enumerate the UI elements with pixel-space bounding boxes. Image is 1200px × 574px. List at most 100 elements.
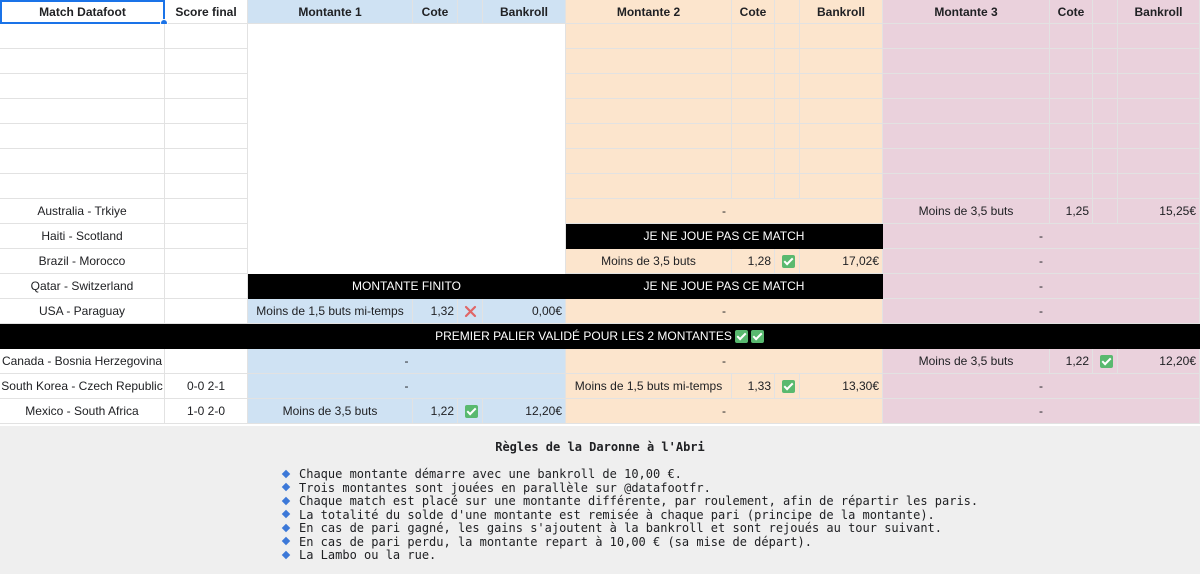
score-cell[interactable] — [165, 149, 248, 174]
m2-empty-cell[interactable] — [800, 24, 883, 49]
m3-empty-cell[interactable] — [1118, 149, 1200, 174]
m3-empty-cell[interactable] — [883, 174, 1050, 199]
m2-empty-cell[interactable]: - — [566, 399, 883, 424]
m2-cote-cell[interactable]: 1,28 — [732, 249, 775, 274]
m2-empty-cell[interactable] — [566, 49, 732, 74]
m2-empty-cell[interactable] — [800, 174, 883, 199]
match-cell[interactable] — [0, 124, 165, 149]
m3-bet-cell[interactable]: Moins de 3,5 buts — [883, 199, 1050, 224]
m3-empty-cell[interactable] — [1118, 124, 1200, 149]
header-m2-status[interactable] — [775, 0, 800, 24]
m1-bankroll-cell[interactable]: 0,00€ — [483, 299, 566, 324]
match-cell[interactable]: Australia - Trkiye — [0, 199, 165, 224]
m3-empty-cell[interactable] — [1093, 124, 1118, 149]
m3-empty-cell[interactable] — [1050, 99, 1093, 124]
header-m3-cote[interactable]: Cote — [1050, 0, 1093, 24]
match-cell[interactable]: Qatar - Switzerland — [0, 274, 165, 299]
m1-empty-cell[interactable] — [248, 199, 566, 224]
m1-empty-cell[interactable] — [248, 174, 566, 199]
m3-empty-cell[interactable] — [883, 99, 1050, 124]
m2-empty-cell[interactable] — [732, 49, 775, 74]
m2-empty-cell[interactable] — [775, 74, 800, 99]
m3-empty-cell[interactable]: - — [883, 399, 1200, 424]
m3-empty-cell[interactable] — [1093, 149, 1118, 174]
m3-cote-cell[interactable]: 1,25 — [1050, 199, 1093, 224]
m2-empty-cell[interactable]: - — [566, 349, 883, 374]
m3-empty-cell[interactable]: - — [883, 274, 1200, 299]
m1-status-cell[interactable] — [458, 399, 483, 424]
m2-empty-cell[interactable] — [775, 49, 800, 74]
m1-bankroll-cell[interactable]: 12,20€ — [483, 399, 566, 424]
header-m1-status[interactable] — [458, 0, 483, 24]
m1-empty-cell[interactable]: - — [248, 374, 566, 399]
m3-bankroll-cell[interactable]: 12,20€ — [1118, 349, 1200, 374]
m2-empty-cell[interactable] — [566, 74, 732, 99]
m2-status-cell[interactable] — [775, 249, 800, 274]
m3-empty-cell[interactable] — [1050, 49, 1093, 74]
m3-empty-cell[interactable] — [1093, 99, 1118, 124]
score-cell[interactable] — [165, 224, 248, 249]
m2-empty-cell[interactable] — [800, 49, 883, 74]
match-cell[interactable]: South Korea - Czech Republic — [0, 374, 165, 399]
header-montante-1[interactable]: Montante 1 — [248, 0, 413, 24]
header-m2-bankroll[interactable]: Bankroll — [800, 0, 883, 24]
m3-status-cell[interactable] — [1093, 199, 1118, 224]
m1-bet-cell[interactable]: Moins de 1,5 buts mi-temps — [248, 299, 413, 324]
m2-empty-cell[interactable] — [732, 124, 775, 149]
score-cell[interactable]: 0-0 2-1 — [165, 374, 248, 399]
header-m2-cote[interactable]: Cote — [732, 0, 775, 24]
m1-bet-cell[interactable]: Moins de 3,5 buts — [248, 399, 413, 424]
m3-empty-cell[interactable]: - — [883, 299, 1200, 324]
m2-empty-cell[interactable] — [775, 124, 800, 149]
m2-bankroll-cell[interactable]: 13,30€ — [800, 374, 883, 399]
header-m3-bankroll[interactable]: Bankroll — [1118, 0, 1200, 24]
m3-empty-cell[interactable] — [1093, 174, 1118, 199]
m2-empty-cell[interactable] — [775, 149, 800, 174]
m1-empty-cell[interactable]: - — [248, 349, 566, 374]
m2-empty-cell[interactable] — [566, 24, 732, 49]
match-cell[interactable]: Mexico - South Africa — [0, 399, 165, 424]
score-cell[interactable] — [165, 174, 248, 199]
m1-cote-cell[interactable]: 1,22 — [413, 399, 458, 424]
score-cell[interactable] — [165, 199, 248, 224]
m1-empty-cell[interactable] — [248, 149, 566, 174]
m2-empty-cell[interactable] — [775, 99, 800, 124]
match-cell[interactable] — [0, 99, 165, 124]
m1-cote-cell[interactable]: 1,32 — [413, 299, 458, 324]
m1-empty-cell[interactable] — [248, 24, 566, 49]
match-cell[interactable]: Haiti - Scotland — [0, 224, 165, 249]
m2-empty-cell[interactable] — [800, 99, 883, 124]
m2-empty-cell[interactable] — [732, 24, 775, 49]
m1-empty-cell[interactable] — [248, 99, 566, 124]
match-cell[interactable] — [0, 74, 165, 99]
m3-empty-cell[interactable] — [1118, 99, 1200, 124]
m2-empty-cell[interactable] — [566, 174, 732, 199]
m2-bankroll-cell[interactable]: 17,02€ — [800, 249, 883, 274]
match-cell[interactable] — [0, 149, 165, 174]
score-cell[interactable] — [165, 249, 248, 274]
m2-empty-cell[interactable] — [800, 149, 883, 174]
m2-status-cell[interactable] — [775, 374, 800, 399]
m2-empty-cell[interactable] — [775, 174, 800, 199]
m2-empty-cell[interactable]: - — [566, 199, 883, 224]
m1-empty-cell[interactable] — [248, 74, 566, 99]
m2-empty-cell[interactable] — [732, 149, 775, 174]
header-montante-3[interactable]: Montante 3 — [883, 0, 1050, 24]
m3-bet-cell[interactable]: Moins de 3,5 buts — [883, 349, 1050, 374]
m2-empty-cell[interactable] — [732, 99, 775, 124]
m2-empty-cell[interactable]: - — [566, 299, 883, 324]
score-cell[interactable] — [165, 74, 248, 99]
m3-empty-cell[interactable] — [1118, 49, 1200, 74]
m2-bet-cell[interactable]: Moins de 3,5 buts — [566, 249, 732, 274]
m1-status-cell[interactable] — [458, 299, 483, 324]
m1-empty-cell[interactable] — [248, 49, 566, 74]
match-cell[interactable] — [0, 174, 165, 199]
m2-empty-cell[interactable] — [775, 24, 800, 49]
match-cell[interactable] — [0, 24, 165, 49]
score-cell[interactable]: 1-0 2-0 — [165, 399, 248, 424]
m3-empty-cell[interactable] — [1118, 174, 1200, 199]
m3-empty-cell[interactable] — [1093, 74, 1118, 99]
match-cell[interactable] — [0, 49, 165, 74]
m3-empty-cell[interactable] — [1050, 124, 1093, 149]
score-cell[interactable] — [165, 299, 248, 324]
